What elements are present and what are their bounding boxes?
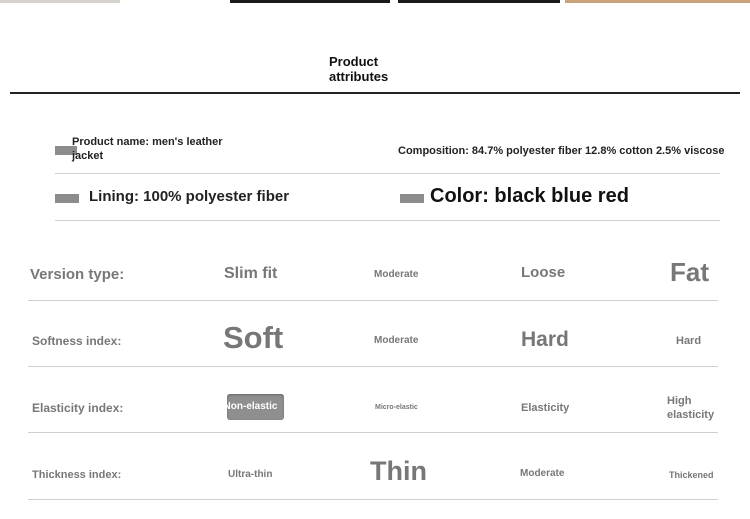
product-name-text: Product name: men's leather jacket (72, 136, 223, 162)
attribute-option: Slim fit (224, 265, 278, 282)
attribute-label: Elasticity index: (32, 401, 124, 415)
attribute-option: Fat (670, 257, 709, 287)
attribute-option: Ultra-thin (228, 469, 273, 480)
row-divider (28, 366, 718, 367)
attribute-option: Soft (223, 320, 284, 355)
attribute-option: Thin (370, 456, 427, 486)
top-image-strip (0, 0, 750, 3)
attribute-label: Thickness index: (32, 469, 122, 481)
color-text: Color: black blue red (430, 185, 629, 207)
row-divider (55, 173, 720, 174)
attribute-option: Micro-elastic (375, 404, 418, 411)
bullet-marker (55, 194, 79, 203)
attribute-option: Elasticity (521, 402, 570, 414)
lining-text: Lining: 100% polyester fiber (89, 188, 290, 205)
row-divider (28, 499, 718, 500)
attribute-option: Thickened (669, 470, 714, 480)
row-divider (55, 220, 720, 221)
attribute-option: Moderate (520, 468, 565, 479)
row-divider (28, 300, 718, 301)
attribute-label: Version type: (30, 266, 125, 283)
attribute-option: Loose (521, 264, 566, 281)
composition-text: Composition: 84.7% polyester fiber 12.8%… (398, 145, 725, 157)
row-divider (28, 432, 718, 433)
attribute-label: Softness index: (32, 334, 122, 348)
attribute-option: High elasticity (667, 395, 715, 421)
attribute-option: Moderate (374, 335, 419, 346)
bullet-marker (400, 194, 424, 203)
attribute-option: Moderate (374, 269, 419, 280)
attribute-option: Hard (521, 328, 569, 351)
attribute-option: Hard (676, 335, 702, 347)
title-divider (10, 92, 740, 94)
section-title: Product attributes (329, 54, 389, 84)
attribute-option-highlighted: Non-elastic (227, 394, 284, 420)
